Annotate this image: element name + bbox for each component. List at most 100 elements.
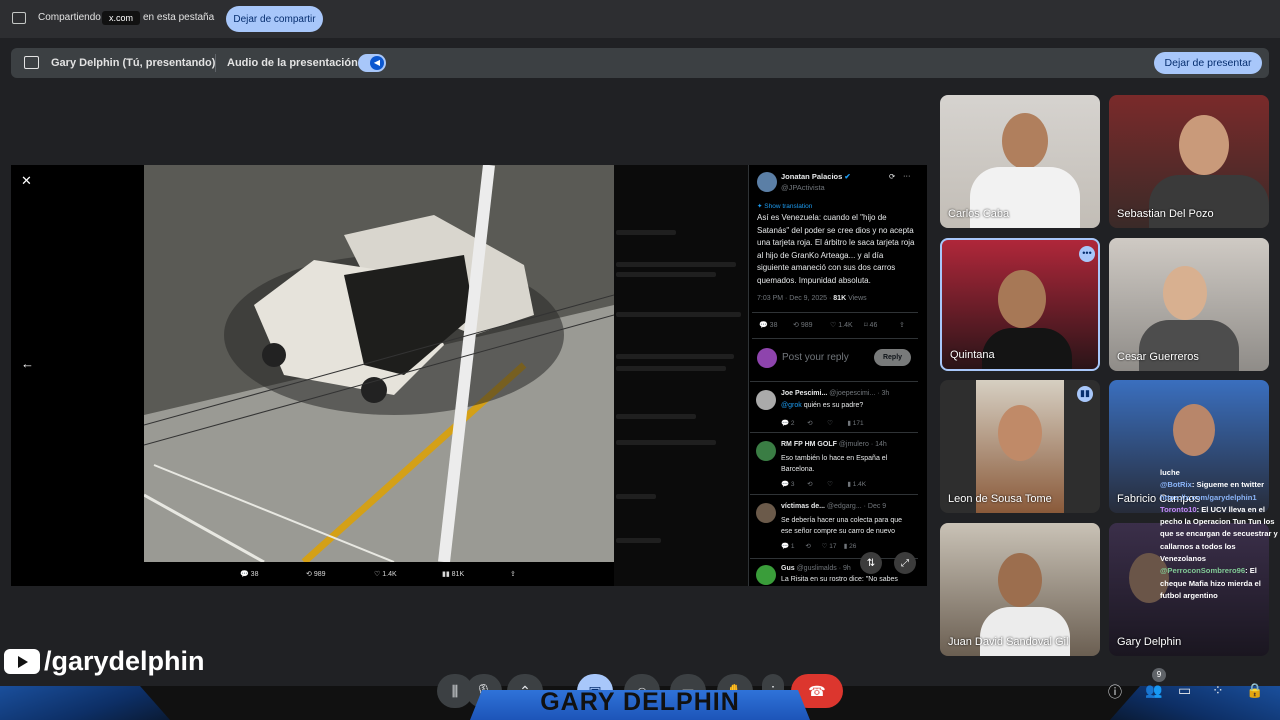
- presentation-audio-toggle[interactable]: ◀: [358, 54, 386, 72]
- reply-handle: @edgarg...: [826, 503, 862, 510]
- info-icon[interactable]: ⓘ: [1108, 682, 1122, 702]
- participant-video: [998, 553, 1042, 607]
- view-count: 81K: [451, 571, 465, 578]
- participant-face: [998, 405, 1042, 461]
- presentation-audio-label: Audio de la presentación: [227, 57, 358, 69]
- reply-item[interactable]: Gus @guslimalds · 9h La Risita en su ros…: [750, 558, 918, 587]
- tweet-meta: 7:03 PM · Dec 9, 2025 · 81K Views: [757, 295, 867, 302]
- participant-video: [1179, 115, 1229, 175]
- speaker-icon: ◀: [370, 56, 384, 70]
- lock-icon[interactable]: 🔒: [1246, 682, 1263, 699]
- chat-text: luche: [1160, 468, 1180, 477]
- reply-header: Gus @guslimalds · 9h: [781, 565, 851, 572]
- reply-item[interactable]: RM FP HM GOLF @jmulero · 14h Eso también…: [750, 432, 918, 491]
- reply-comment-count: 3: [790, 481, 795, 488]
- reply-input[interactable]: Post your reply: [782, 352, 849, 363]
- reply-time: · 3h: [877, 390, 890, 397]
- photo-reply-count[interactable]: 💬 38: [240, 570, 258, 578]
- photo-like-count[interactable]: ♡ 1.4K: [374, 570, 397, 578]
- participant-shirt: [1139, 320, 1239, 371]
- chat-text: : Sigueme en twitter: [1191, 480, 1265, 490]
- more-options-icon[interactable]: •••: [1079, 246, 1095, 262]
- chat-icon[interactable]: ▭: [1178, 682, 1191, 699]
- show-translation-link[interactable]: ✦ Show translation: [757, 202, 812, 210]
- youtube-icon: [4, 649, 40, 674]
- swap-icon[interactable]: ⇅: [860, 552, 882, 574]
- participant-tile[interactable]: ••• Quintana: [940, 238, 1100, 371]
- photo-view-count[interactable]: ▮▮ 81K: [442, 570, 464, 578]
- reply-item[interactable]: víctimas de... @edgarg... · Dec 9 Se deb…: [750, 494, 918, 555]
- participant-tile[interactable]: Cesar Guerreros: [1109, 238, 1269, 371]
- fullscreen-icon[interactable]: ⤢: [894, 552, 916, 574]
- reply-count: 38: [250, 571, 259, 578]
- reply-count: 38: [769, 322, 778, 329]
- reply-header: RM FP HM GOLF @jmulero · 14h: [781, 441, 887, 448]
- share-icon[interactable]: ⇪: [510, 570, 516, 578]
- activities-icon[interactable]: ⁘: [1212, 682, 1224, 699]
- author-name: Jonatan Palacios: [781, 172, 843, 181]
- reply-handle: @joepescimi...: [829, 390, 876, 397]
- like-count: 1.4K: [382, 571, 397, 578]
- like-count: 1.4K: [838, 322, 853, 329]
- shared-tab-label: en esta pestaña: [143, 12, 215, 23]
- participant-video: [1163, 266, 1207, 320]
- retweet-count: 989: [800, 322, 813, 329]
- feed-placeholder: [616, 262, 736, 267]
- participant-tile[interactable]: Sebastian Del Pozo: [1109, 95, 1269, 228]
- divider: [215, 54, 216, 72]
- grok-icon[interactable]: ⟳: [889, 172, 895, 181]
- reply-author: víctimas de...: [781, 503, 825, 510]
- people-icon[interactable]: 👥: [1145, 682, 1162, 699]
- reply-author: Joe Pescimi...: [781, 390, 828, 397]
- background-feed: [614, 165, 748, 586]
- tweet-author[interactable]: Jonatan Palacios ✔: [781, 172, 851, 181]
- reply-comment-count: 1: [790, 543, 795, 550]
- reply-item[interactable]: Joe Pescimi... @joepescimi... · 3h @grok…: [750, 381, 918, 432]
- reply-stats: 💬 3 ⟲ ♡ ▮ 1.4K: [781, 481, 867, 488]
- tweet-bookmark-action[interactable]: ⌑ 46: [864, 321, 877, 329]
- chat-message: Toronto10: El UCV lleva en el pecho la O…: [1160, 504, 1280, 565]
- chat-user: @BotRix: [1160, 480, 1192, 490]
- stop-sharing-button[interactable]: Dejar de compartir: [226, 6, 323, 32]
- reply-avatar: [756, 565, 776, 585]
- chat-link[interactable]: https://x.com/garydelphin1: [1160, 493, 1257, 502]
- retweet-count: 989: [313, 571, 326, 578]
- feed-placeholder: [616, 312, 741, 317]
- reply-button[interactable]: Reply: [874, 349, 911, 366]
- participant-video: [998, 270, 1046, 328]
- author-avatar[interactable]: [757, 172, 777, 192]
- feed-placeholder: [616, 414, 696, 419]
- shared-domain: x.com: [102, 11, 141, 25]
- more-options-icon[interactable]: ···: [903, 171, 911, 180]
- show-translation-label: Show translation: [764, 203, 813, 210]
- reply-stats: 💬 2 ⟲ ♡ ▮ 171: [781, 420, 864, 427]
- bookmark-count: 46: [869, 322, 878, 329]
- tweet-reply-action[interactable]: 💬 38: [759, 321, 777, 329]
- screen-share-icon: [12, 12, 26, 24]
- reply-text: @grok quién es su padre?: [781, 402, 863, 409]
- reply-author: RM FP HM GOLF: [781, 441, 837, 448]
- reply-text: La Risita en su rostro dice: "No sabes: [781, 576, 898, 583]
- participant-tile[interactable]: Carlos Caba: [940, 95, 1100, 228]
- divider: [752, 338, 918, 339]
- previous-arrow-icon[interactable]: ←: [21, 356, 34, 371]
- tweet-handle[interactable]: @JPActivista: [781, 183, 825, 192]
- chat-user: @PerroconSombrero96: [1160, 566, 1246, 576]
- stop-presenting-button[interactable]: Dejar de presentar: [1154, 52, 1262, 74]
- tweet-retweet-action[interactable]: ⟲ 989: [793, 321, 813, 329]
- photo-illustration: [144, 165, 614, 562]
- participant-tile[interactable]: Juan David Sandoval Gil: [940, 523, 1100, 656]
- tweet-views-label: Views: [848, 295, 867, 302]
- participant-video: [1173, 404, 1215, 456]
- close-icon[interactable]: ✕: [21, 173, 32, 189]
- participant-name: Gary Delphin: [1117, 636, 1182, 648]
- participant-shirt: [980, 607, 1070, 656]
- reply-view-count: 1.4K: [852, 481, 867, 488]
- share-icon[interactable]: ⇪: [899, 321, 905, 329]
- tweet-like-action[interactable]: ♡ 1.4K: [830, 321, 853, 329]
- reply-mention[interactable]: @grok: [781, 402, 802, 409]
- participant-video: [1002, 113, 1048, 169]
- participant-tile[interactable]: ▮▮ Leon de Sousa Tome: [940, 380, 1100, 513]
- photo-retweet-count[interactable]: ⟲ 989: [306, 570, 326, 578]
- audio-level-icon: ▮▮: [1077, 386, 1093, 402]
